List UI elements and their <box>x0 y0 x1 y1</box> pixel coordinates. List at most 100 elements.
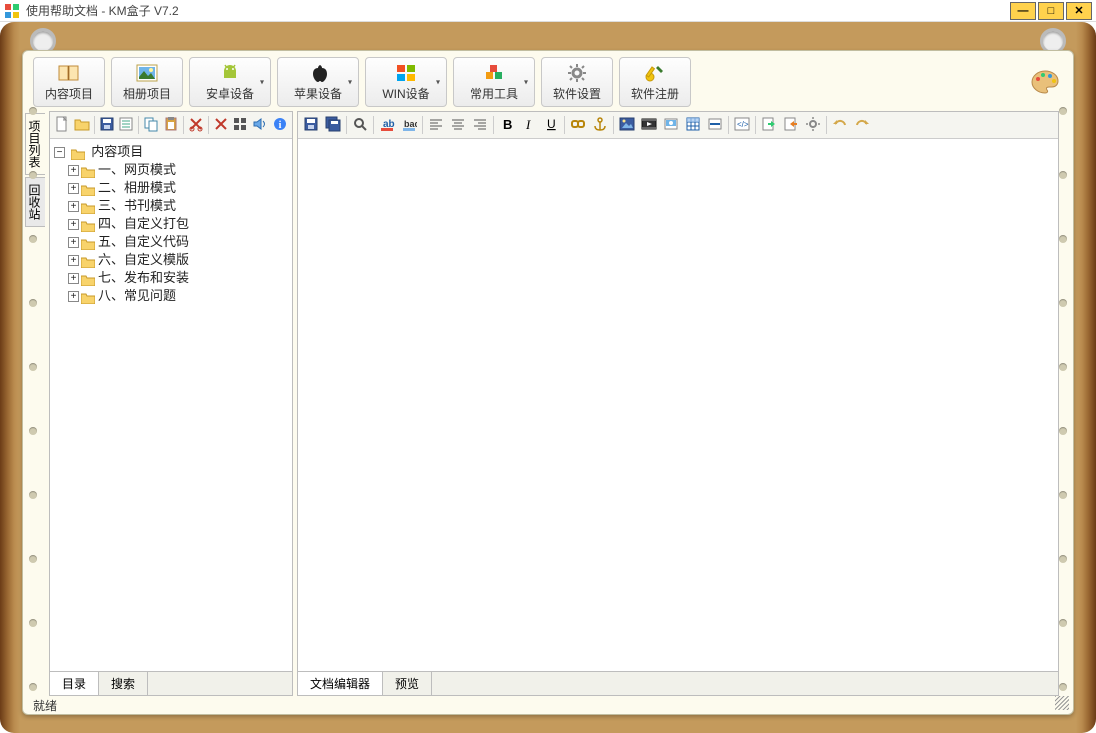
insert-media-button[interactable] <box>660 114 682 136</box>
editor-area[interactable] <box>298 139 1058 671</box>
titlebar: 使用帮助文档 - KM盒子 V7.2 — □ ✕ <box>0 0 1096 22</box>
find-icon <box>352 116 368 135</box>
font-color-button[interactable]: ab <box>376 114 398 136</box>
label: 常用工具 <box>470 85 518 102</box>
android-device-button[interactable]: 安卓设备 ▾ <box>189 57 271 107</box>
vtab-recycle-bin[interactable]: 回收站 <box>25 177 45 227</box>
bold-button[interactable]: B <box>496 114 518 136</box>
tree-item[interactable]: +二、相册模式 <box>68 179 290 197</box>
svg-text:B: B <box>503 117 512 132</box>
grid-button[interactable] <box>230 114 250 136</box>
sound-button[interactable] <box>250 114 270 136</box>
sound-icon <box>252 116 268 135</box>
wood-frame: 内容项目 相册项目 安卓设备 ▾ 苹果设备 ▾ WIN设备 ▾ <box>0 22 1096 733</box>
album-project-button[interactable]: 相册项目 <box>111 57 183 107</box>
insert-video-button[interactable] <box>638 114 660 136</box>
cut-button[interactable] <box>186 114 206 136</box>
settings-button[interactable] <box>802 114 824 136</box>
apple-device-button[interactable]: 苹果设备 ▾ <box>277 57 359 107</box>
expand-toggle[interactable]: + <box>68 183 79 194</box>
insert-hr-button[interactable] <box>704 114 726 136</box>
highlight-icon: bac <box>401 116 417 135</box>
tree-label: 五、自定义代码 <box>98 234 189 249</box>
save-button[interactable] <box>300 114 322 136</box>
expand-toggle[interactable]: + <box>68 273 79 284</box>
settings-button[interactable]: 软件设置 <box>541 57 613 107</box>
tree-item[interactable]: + 五、自定义代码 <box>68 233 290 251</box>
minimize-button[interactable]: — <box>1010 2 1036 20</box>
win-device-button[interactable]: WIN设备 ▾ <box>365 57 447 107</box>
insert-table-button[interactable] <box>682 114 704 136</box>
resize-grip[interactable] <box>1055 696 1069 710</box>
expand-toggle[interactable]: + <box>68 237 79 248</box>
info-icon: i <box>272 116 288 135</box>
undo-button[interactable] <box>829 114 851 136</box>
info-button[interactable]: i <box>270 114 290 136</box>
main-toolbar: 内容项目 相册项目 安卓设备 ▾ 苹果设备 ▾ WIN设备 ▾ <box>23 51 1073 111</box>
blocks-icon <box>482 63 506 83</box>
tree-item[interactable]: + 三、书刊模式 <box>68 197 290 215</box>
save-button[interactable] <box>97 114 117 136</box>
key-pen-icon <box>643 63 667 83</box>
tab-toc[interactable]: 目录 <box>50 672 99 695</box>
tree-item[interactable]: +八、常见问题 <box>68 287 290 305</box>
collapse-toggle[interactable]: − <box>54 147 65 158</box>
tree-label: 一、网页模式 <box>98 162 176 177</box>
folder-icon <box>81 273 95 285</box>
insert-anchor-button[interactable] <box>589 114 611 136</box>
tree-root[interactable]: − 内容项目 +一、网页模式+二、相册模式+三、书刊模式+四、自定义打包+五、自… <box>54 143 290 305</box>
align-right-button[interactable] <box>469 114 491 136</box>
label: 内容项目 <box>45 85 93 102</box>
new-file-button[interactable] <box>52 114 72 136</box>
tree-label: 内容项目 <box>91 144 143 159</box>
underline-button[interactable]: U <box>540 114 562 136</box>
svg-text:I: I <box>525 117 531 132</box>
redo-button[interactable] <box>851 114 873 136</box>
tree-view[interactable]: − 内容项目 +一、网页模式+二、相册模式+三、书刊模式+四、自定义打包+五、自… <box>50 139 292 671</box>
copy-node-button[interactable] <box>141 114 161 136</box>
save-all-button[interactable] <box>322 114 344 136</box>
tab-editor[interactable]: 文档编辑器 <box>298 672 383 695</box>
tree-item[interactable]: + 一、网页模式 <box>68 161 290 179</box>
label: WIN设备 <box>382 85 429 102</box>
vertical-tabs: 项目列表 回收站 <box>25 111 45 696</box>
theme-palette-button[interactable] <box>1027 64 1063 100</box>
tree-item[interactable]: +七、发布和安装 <box>68 269 290 287</box>
editor-toolbar: abbac BIU </> <box>298 112 1058 139</box>
expand-toggle[interactable]: + <box>68 165 79 176</box>
expand-toggle[interactable]: + <box>68 291 79 302</box>
find-button[interactable] <box>349 114 371 136</box>
expand-toggle[interactable]: + <box>68 201 79 212</box>
highlight-button[interactable]: bac <box>398 114 420 136</box>
italic-icon: I <box>521 116 537 135</box>
expand-toggle[interactable]: + <box>68 255 79 266</box>
tools-button[interactable]: 常用工具 ▾ <box>453 57 535 107</box>
import-button[interactable] <box>758 114 780 136</box>
close-button[interactable]: ✕ <box>1066 2 1092 20</box>
insert-image-button[interactable] <box>616 114 638 136</box>
source-code-button[interactable]: </> <box>731 114 753 136</box>
vtab-project-list[interactable]: 项目列表 <box>25 113 45 175</box>
redo-icon <box>854 116 870 135</box>
expand-toggle[interactable]: + <box>68 219 79 230</box>
export-button[interactable] <box>780 114 802 136</box>
insert-link-button[interactable] <box>567 114 589 136</box>
cross-button[interactable] <box>211 114 231 136</box>
tree-item[interactable]: +六、自定义模版 <box>68 251 290 269</box>
tree-label: 三、书刊模式 <box>98 198 176 213</box>
folder-open-icon <box>71 147 85 159</box>
chevron-down-icon: ▾ <box>348 78 352 87</box>
italic-button[interactable]: I <box>518 114 540 136</box>
align-center-button[interactable] <box>447 114 469 136</box>
paste-node-button[interactable] <box>161 114 181 136</box>
open-folder-button[interactable] <box>72 114 92 136</box>
tab-preview[interactable]: 预览 <box>383 672 432 695</box>
tab-search[interactable]: 搜索 <box>99 672 148 695</box>
properties-button[interactable] <box>116 114 136 136</box>
insert-video-icon <box>641 116 657 135</box>
align-left-button[interactable] <box>425 114 447 136</box>
maximize-button[interactable]: □ <box>1038 2 1064 20</box>
register-button[interactable]: 软件注册 <box>619 57 691 107</box>
tree-item[interactable]: +四、自定义打包 <box>68 215 290 233</box>
content-project-button[interactable]: 内容项目 <box>33 57 105 107</box>
